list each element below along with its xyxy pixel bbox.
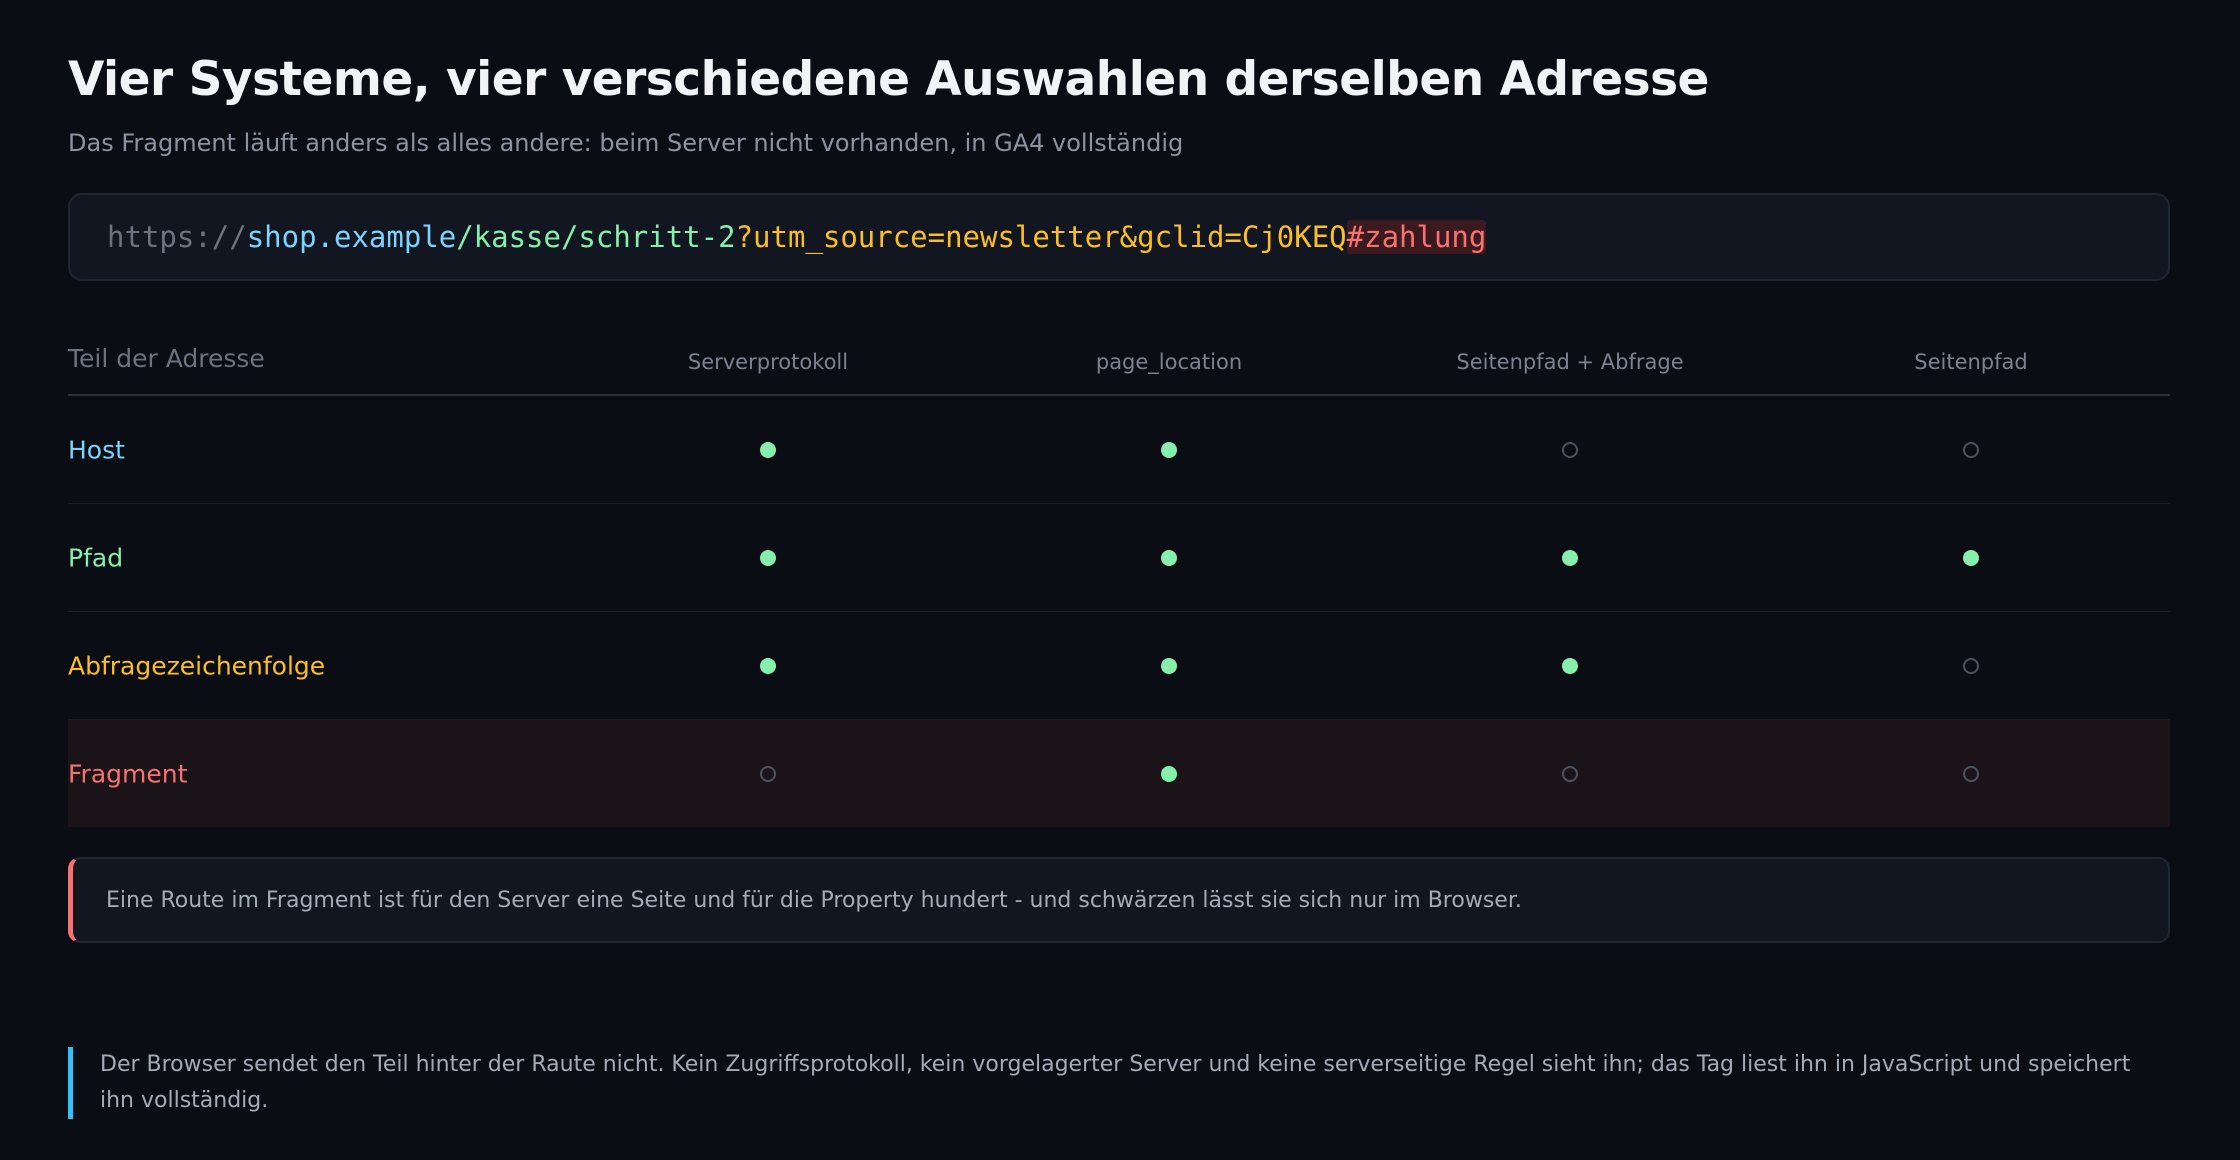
included-dot-icon — [1161, 765, 1177, 782]
table-header-row: Teil der Adresse Serverprotokoll page_lo… — [68, 330, 2170, 396]
column-header-page-location: page_location — [1095, 350, 1243, 374]
table-row: Fragment — [68, 720, 2170, 827]
column-header-address-part: Teil der Adresse — [68, 344, 265, 373]
page-subtitle: Das Fragment läuft anders als alles ande… — [68, 129, 1184, 157]
included-dot-icon — [760, 657, 776, 674]
included-dot-icon — [1562, 549, 1578, 566]
table-row: Abfragezeichenfolge — [68, 612, 2170, 720]
url-host: shop.example — [246, 220, 457, 254]
url-example: https://shop.example/kasse/schritt-2 ?utm… — [68, 193, 2170, 281]
row-label: Pfad — [68, 543, 124, 572]
excluded-circle-icon — [1963, 765, 1979, 782]
included-dot-icon — [1161, 441, 1177, 458]
url-scheme: https:// — [107, 220, 247, 254]
column-header-page-path-query: Seitenpfad + Abfrage — [1456, 350, 1684, 374]
excluded-circle-icon — [1963, 657, 1979, 674]
excluded-circle-icon — [1562, 441, 1578, 458]
column-header-server-log: Serverprotokoll — [687, 350, 849, 374]
included-dot-icon — [760, 549, 776, 566]
row-label: Abfragezeichenfolge — [68, 651, 326, 680]
row-label: Host — [68, 435, 125, 464]
included-dot-icon — [1161, 549, 1177, 566]
table-row: Pfad — [68, 504, 2170, 612]
included-dot-icon — [1562, 657, 1578, 674]
included-dot-icon — [1161, 657, 1177, 674]
included-dot-icon — [760, 441, 776, 458]
comparison-table: Teil der Adresse Serverprotokoll page_lo… — [68, 330, 2170, 827]
explanation-note: Der Browser sendet den Teil hinter der R… — [68, 1047, 2170, 1119]
excluded-circle-icon — [1963, 441, 1979, 458]
excluded-circle-icon — [1562, 765, 1578, 782]
fragment-callout: Eine Route im Fragment ist für den Serve… — [68, 857, 2170, 943]
table-body: Host Pfad Abfragezeichenfolge Fragment — [68, 396, 2170, 827]
column-header-page-path: Seitenpfad — [1914, 350, 2028, 374]
page-title: Vier Systeme, vier verschiedene Auswahle… — [68, 52, 1709, 107]
url-fragment: #zahlung — [1346, 220, 1487, 254]
row-label: Fragment — [68, 759, 188, 788]
url-path: /kasse/schritt-2 — [456, 220, 736, 254]
url-query: ?utm_source=newsletter&gclid=Cj0KEQ — [735, 220, 1347, 254]
excluded-circle-icon — [760, 765, 776, 782]
table-row: Host — [68, 396, 2170, 504]
included-dot-icon — [1963, 549, 1979, 566]
